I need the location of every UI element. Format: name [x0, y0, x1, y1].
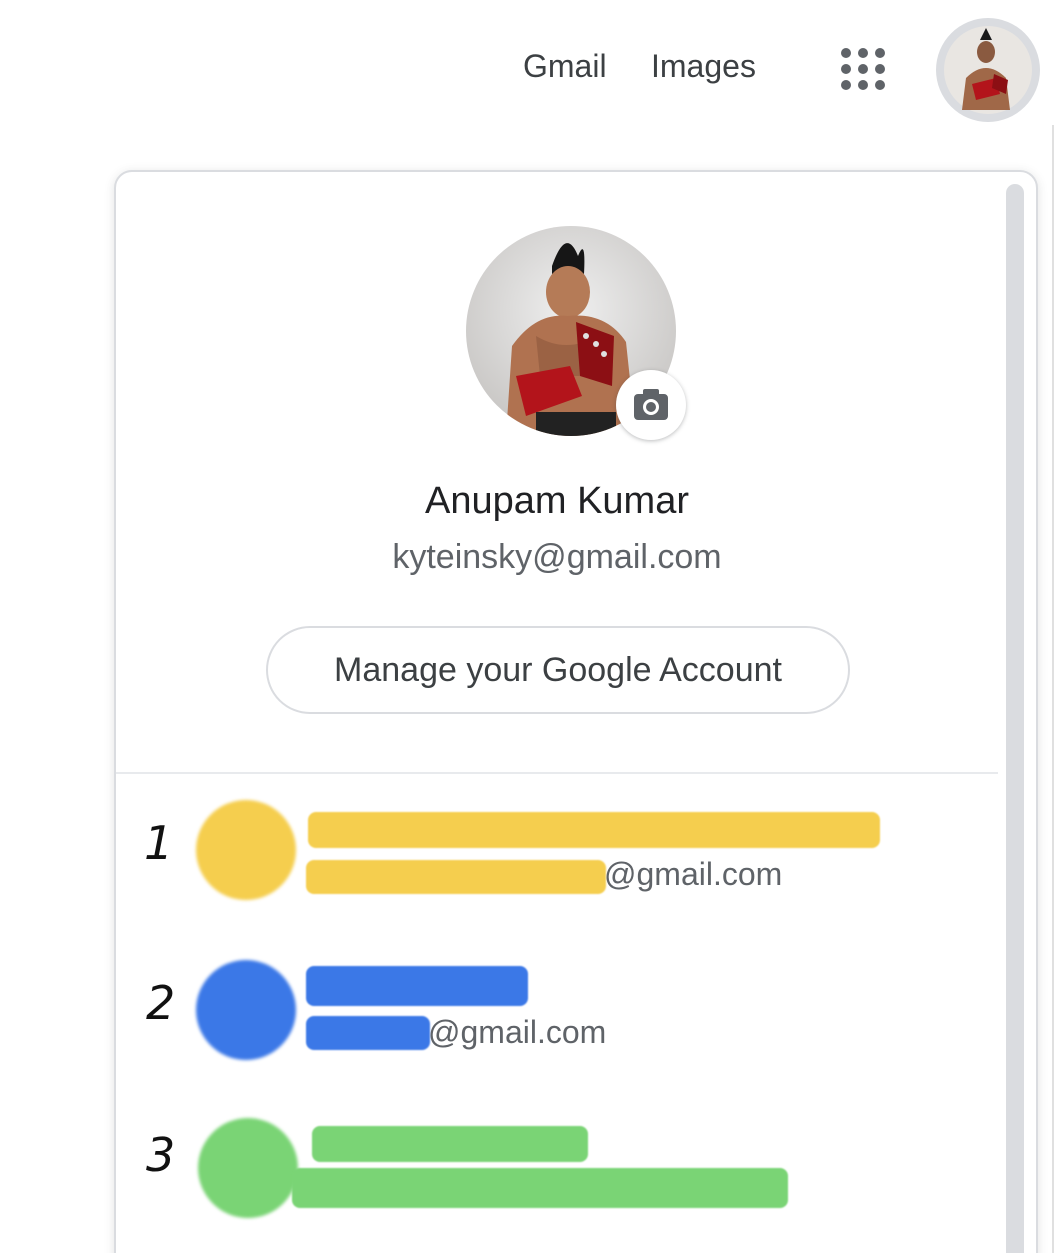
account-avatar-icon[interactable] — [936, 18, 1040, 122]
account-email-suffix: @gmail.com — [428, 1014, 607, 1050]
page-edge-divider — [1052, 125, 1054, 1253]
profile-name: Anupam Kumar — [424, 480, 689, 522]
account-list-item-1[interactable]: @gmail.com — [116, 792, 998, 922]
page: Gmail Images 0 → — [0, 0, 1059, 1253]
gmail-link[interactable]: Gmail — [523, 48, 607, 85]
annotation-label-3: 3 — [146, 1128, 176, 1182]
account-avatar-redacted — [196, 960, 296, 1060]
account-popup-card: Anupam Kumar kyteinsky@gmail.com Manage … — [114, 170, 1038, 1253]
account-avatar-redacted — [198, 1118, 298, 1218]
camera-icon[interactable] — [616, 370, 686, 440]
redacted-name-scribble — [308, 812, 880, 848]
images-link[interactable]: Images — [651, 48, 756, 85]
annotation-label-2: 2 — [146, 976, 176, 1030]
section-divider — [116, 772, 998, 774]
profile-email: kyteinsky@gmail.com — [392, 538, 722, 576]
account-list-item-3[interactable] — [116, 1108, 998, 1238]
manage-account-button[interactable]: Manage your Google Account — [266, 626, 850, 714]
redacted-email-scribble — [292, 1168, 788, 1208]
annotation-label-1: 1 — [144, 816, 174, 870]
popup-scrollbar[interactable] — [1006, 184, 1024, 1253]
account-email-suffix: @gmail.com — [604, 856, 783, 892]
account-avatar-redacted — [196, 800, 296, 900]
apps-grid-icon[interactable] — [836, 44, 890, 94]
redacted-name-scribble — [312, 1126, 588, 1162]
account-list-item-2[interactable]: @gmail.com — [116, 950, 998, 1080]
redacted-email-scribble — [306, 1016, 430, 1050]
redacted-name-scribble — [306, 966, 528, 1006]
redacted-email-scribble — [306, 860, 606, 894]
